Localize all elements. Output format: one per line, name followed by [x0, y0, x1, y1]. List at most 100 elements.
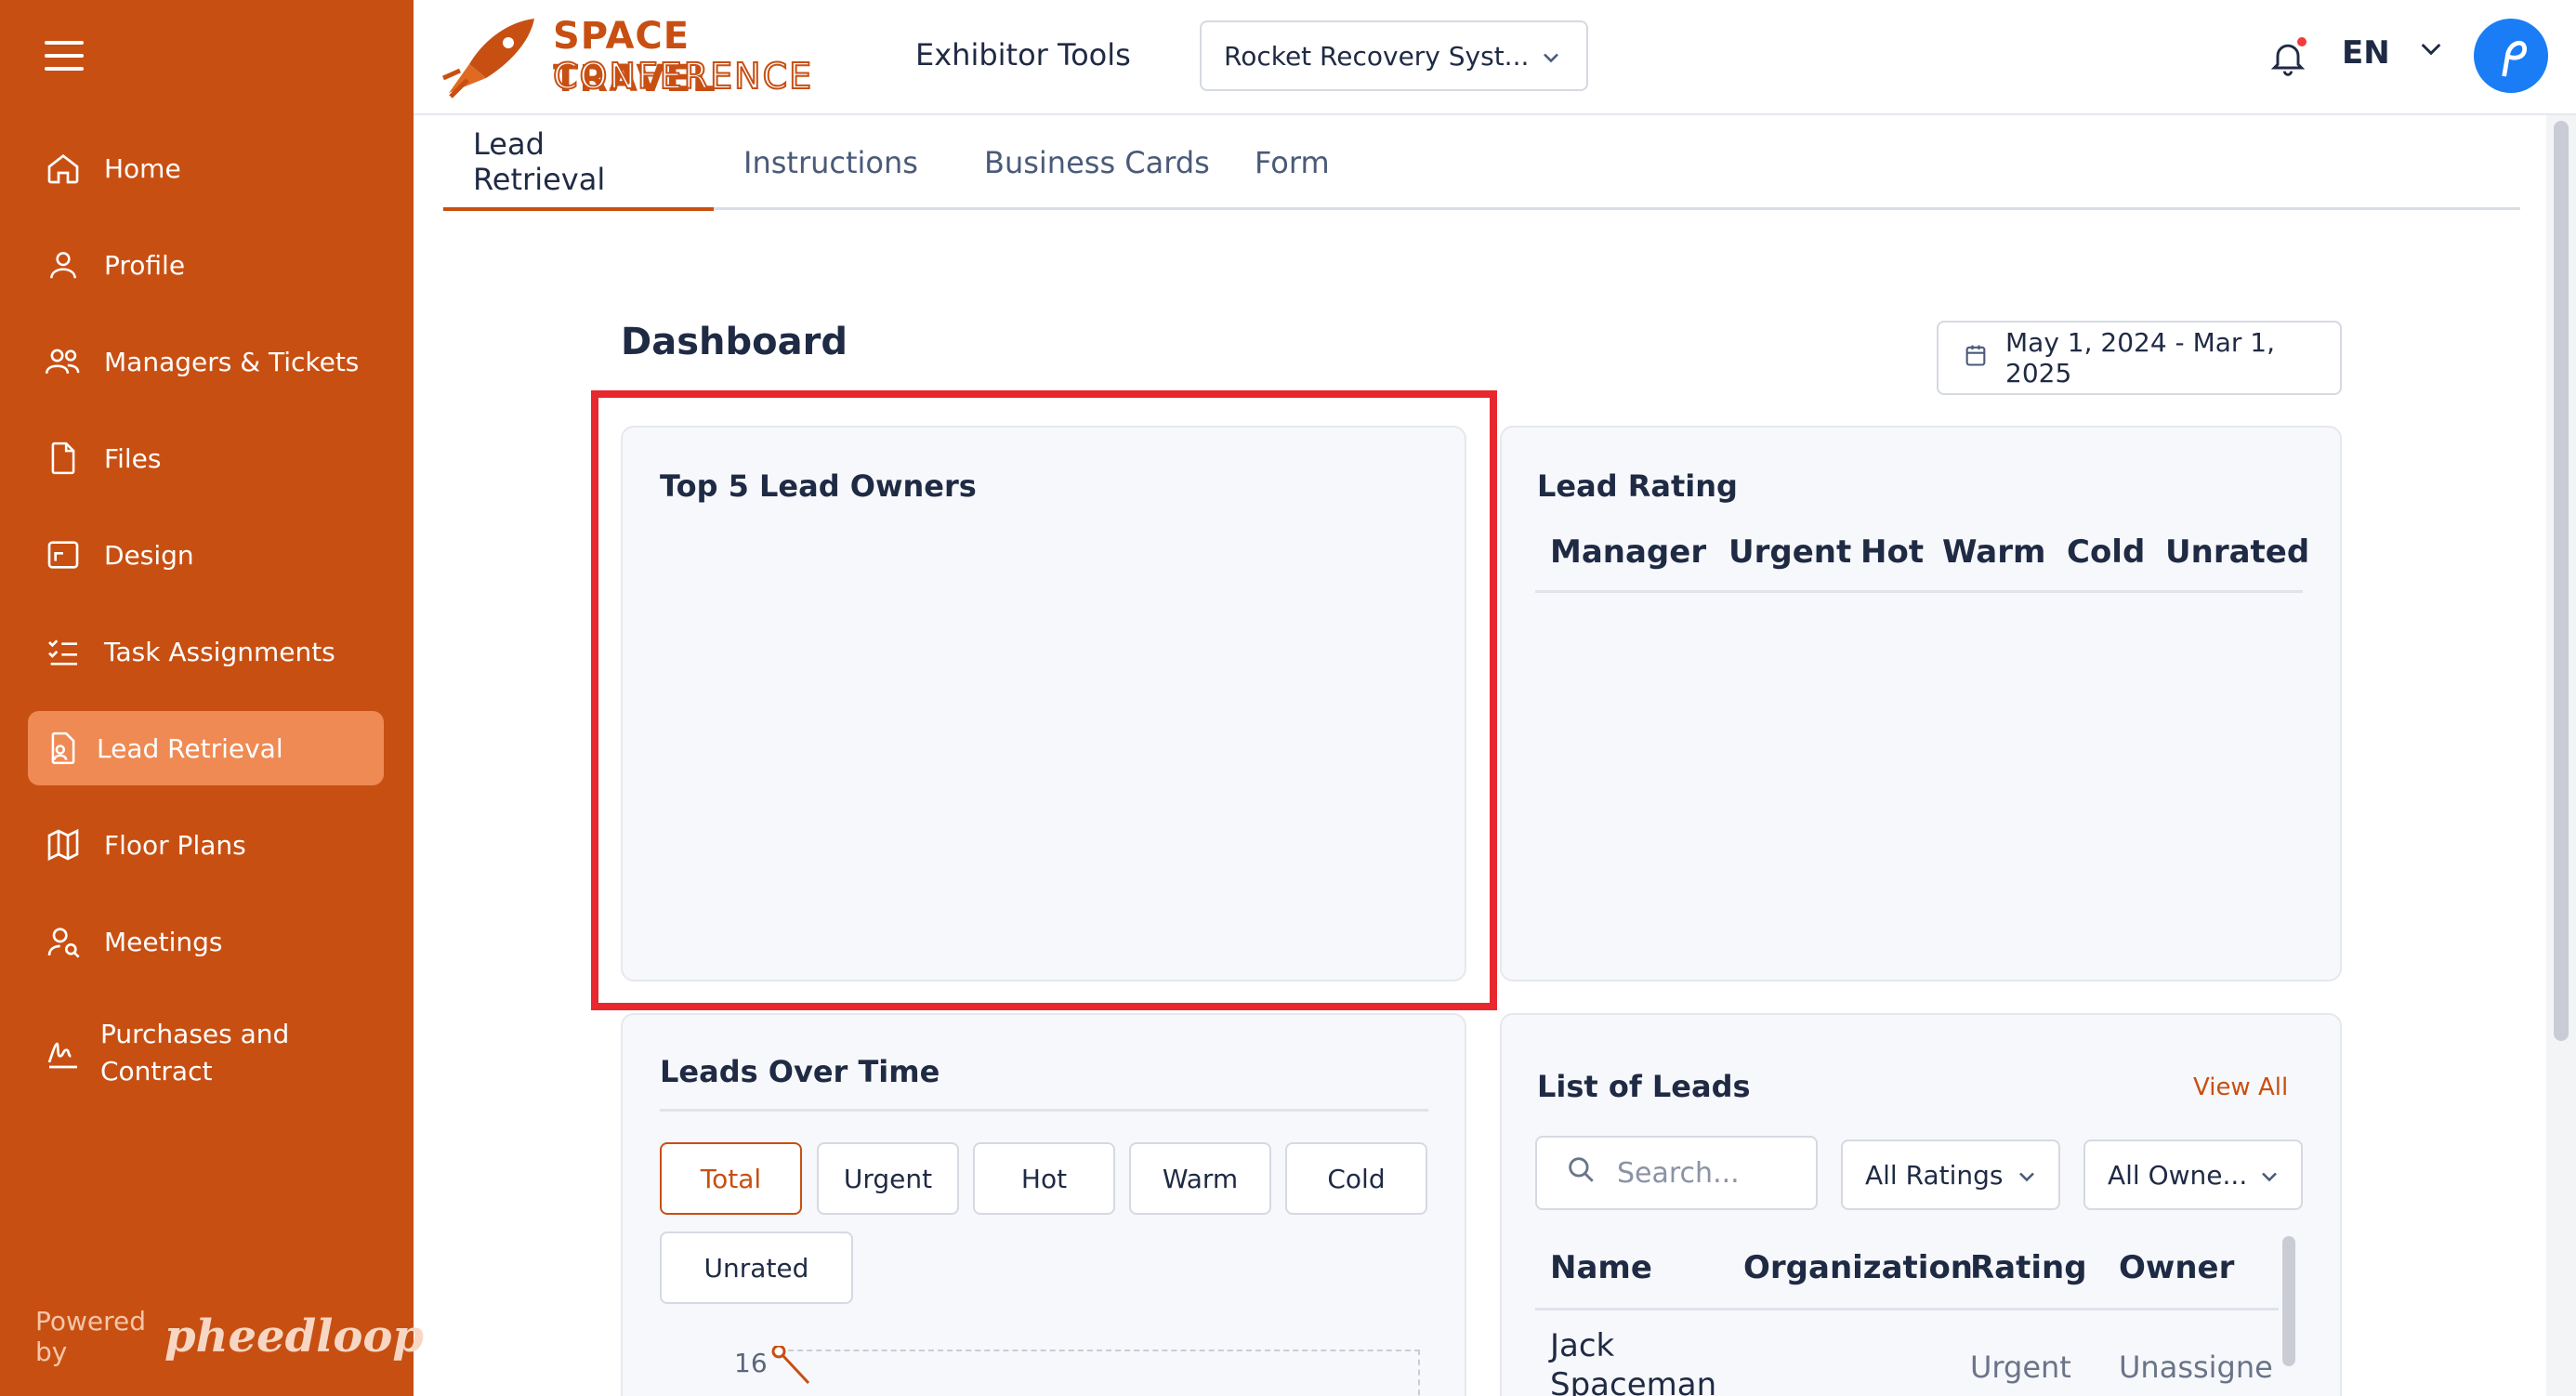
signature-icon: [43, 1033, 84, 1073]
filter-urgent-button[interactable]: Urgent: [817, 1142, 959, 1215]
language-value: EN: [2342, 33, 2390, 72]
sidebar-item-label: Meetings: [104, 926, 223, 957]
divider: [660, 1109, 1428, 1112]
sidebar-item-label: Managers & Tickets: [104, 346, 360, 377]
lead-rating: Urgent: [1970, 1350, 2071, 1385]
design-icon: [43, 534, 84, 575]
home-icon: [43, 148, 84, 189]
user-icon: [43, 244, 84, 285]
leads-table-header: Name Organization Rating Owner: [1535, 1245, 2279, 1310]
event-select[interactable]: Rocket Recovery Syst...: [1200, 20, 1588, 91]
column-header: Owner: [2119, 1249, 2235, 1286]
powered-by: Powered by pheedloop: [35, 1306, 424, 1367]
tab-business-cards[interactable]: Business Cards: [954, 115, 1240, 210]
y-axis-tick-label: 16: [734, 1348, 768, 1378]
page-scrollbar[interactable]: [2554, 121, 2569, 1041]
lead-rating-table-header: Manager Urgent Hot Warm Cold Unrated: [1535, 530, 2309, 593]
column-header: Warm: [1942, 533, 2046, 571]
checklist-icon: [43, 631, 84, 672]
leads-scrollbar[interactable]: [2282, 1236, 2295, 1366]
sidebar-item-label: Purchases and Contract: [100, 1019, 290, 1087]
sidebar-item-label: Design: [104, 539, 194, 571]
tab-instructions[interactable]: Instructions: [714, 115, 948, 210]
calendar-icon: [1963, 342, 1989, 375]
lead-name-last: Spaceman: [1550, 1366, 1717, 1396]
column-header: Manager: [1550, 533, 1707, 571]
sidebar-item-lead-retrieval[interactable]: Lead Retrieval: [28, 711, 384, 785]
sidebar-item-label: Files: [104, 442, 162, 474]
view-all-link[interactable]: View All: [2193, 1073, 2288, 1101]
avatar[interactable]: [2474, 19, 2548, 93]
card-title: Leads Over Time: [660, 1054, 940, 1089]
column-header: Hot: [1860, 533, 1925, 571]
highlight-box: [591, 390, 1497, 1010]
sidebar-item-floor-plans[interactable]: Floor Plans: [28, 808, 384, 882]
notification-dot: [2297, 37, 2307, 46]
conference-logo[interactable]: SPACE TRAVEL CONFERENCE: [441, 13, 814, 100]
tab-lead-retrieval[interactable]: Lead Retrieval: [443, 115, 714, 211]
lead-rating-card: Lead Rating: [1500, 426, 2342, 981]
owner-filter-select[interactable]: All Owne...: [2083, 1139, 2303, 1210]
rocket-icon: [441, 19, 534, 99]
column-header: Rating: [1970, 1249, 2087, 1286]
top-header: SPACE TRAVEL CONFERENCE Exhibitor Tools …: [414, 0, 2576, 115]
search-input[interactable]: Search...: [1535, 1136, 1818, 1210]
owner-filter-value: All Owne...: [2108, 1159, 2248, 1191]
column-header: Unrated: [2165, 533, 2310, 571]
filter-warm-button[interactable]: Warm: [1129, 1142, 1271, 1215]
chevron-down-icon: [1538, 45, 1564, 77]
bell-icon: [2267, 44, 2308, 84]
filter-hot-button[interactable]: Hot: [973, 1142, 1115, 1215]
filter-total-button[interactable]: Total: [660, 1142, 802, 1215]
users-icon: [43, 341, 84, 382]
chart-area: [771, 1346, 1420, 1396]
notifications-button[interactable]: [2267, 35, 2308, 84]
sidebar-item-purchases-contract[interactable]: Purchases and Contract: [28, 1008, 384, 1098]
column-header: Organization: [1743, 1249, 1974, 1286]
chevron-down-icon: [2416, 33, 2446, 72]
rating-filter-value: All Ratings: [1865, 1159, 2004, 1191]
chevron-down-icon: [2014, 1164, 2040, 1196]
lead-icon: [43, 728, 84, 769]
card-title: List of Leads: [1537, 1069, 1751, 1104]
sidebar-item-meetings[interactable]: Meetings: [28, 904, 384, 979]
tab-form[interactable]: Form: [1225, 115, 1360, 210]
sidebar-item-label: Floor Plans: [104, 829, 246, 861]
date-range-picker[interactable]: May 1, 2024 - Mar 1, 2025: [1937, 321, 2342, 395]
sidebar-item-managers-tickets[interactable]: Managers & Tickets: [28, 324, 384, 399]
sidebar: Home Profile Managers & Tickets Files De…: [0, 0, 424, 1396]
app-title: Exhibitor Tools: [915, 37, 1131, 72]
rating-filter-select[interactable]: All Ratings: [1841, 1139, 2060, 1210]
column-header: Name: [1550, 1249, 1652, 1286]
language-select[interactable]: EN: [2342, 33, 2446, 72]
map-icon: [43, 824, 84, 865]
event-select-value: Rocket Recovery Syst...: [1224, 40, 1530, 72]
sidebar-item-label: Home: [104, 152, 181, 184]
sidebar-item-home[interactable]: Home: [28, 131, 384, 205]
lead-name-first: Jack: [1550, 1327, 1615, 1364]
sidebar-item-profile[interactable]: Profile: [28, 228, 384, 302]
page-title: Dashboard: [621, 321, 848, 363]
filter-cold-button[interactable]: Cold: [1285, 1142, 1427, 1215]
sidebar-item-design[interactable]: Design: [28, 518, 384, 592]
search-icon: [1565, 1153, 1597, 1192]
search-placeholder: Search...: [1617, 1156, 1740, 1190]
logo-line-2: CONFERENCE: [552, 55, 814, 98]
sidebar-item-label: Task Assignments: [104, 636, 335, 667]
line-series: [771, 1346, 810, 1385]
sidebar-item-files[interactable]: Files: [28, 421, 384, 495]
file-icon: [43, 438, 84, 479]
meetings-icon: [43, 921, 84, 962]
sidebar-item-label: Lead Retrieval: [97, 732, 283, 764]
tab-bar: Lead Retrieval Instructions Business Car…: [443, 115, 2520, 211]
menu-icon[interactable]: [45, 39, 84, 72]
brand-p-icon: [2502, 40, 2528, 77]
column-header: Urgent: [1728, 533, 1852, 571]
chevron-down-icon: [2256, 1164, 2282, 1196]
sidebar-item-task-assignments[interactable]: Task Assignments: [28, 614, 384, 689]
filter-unrated-button[interactable]: Unrated: [660, 1231, 853, 1304]
date-range-value: May 1, 2024 - Mar 1, 2025: [2005, 327, 2276, 389]
pheedloop-logo: pheedloop: [164, 1310, 424, 1363]
sidebar-item-label: Profile: [104, 249, 186, 281]
lead-owner: Unassigne: [2119, 1350, 2273, 1385]
